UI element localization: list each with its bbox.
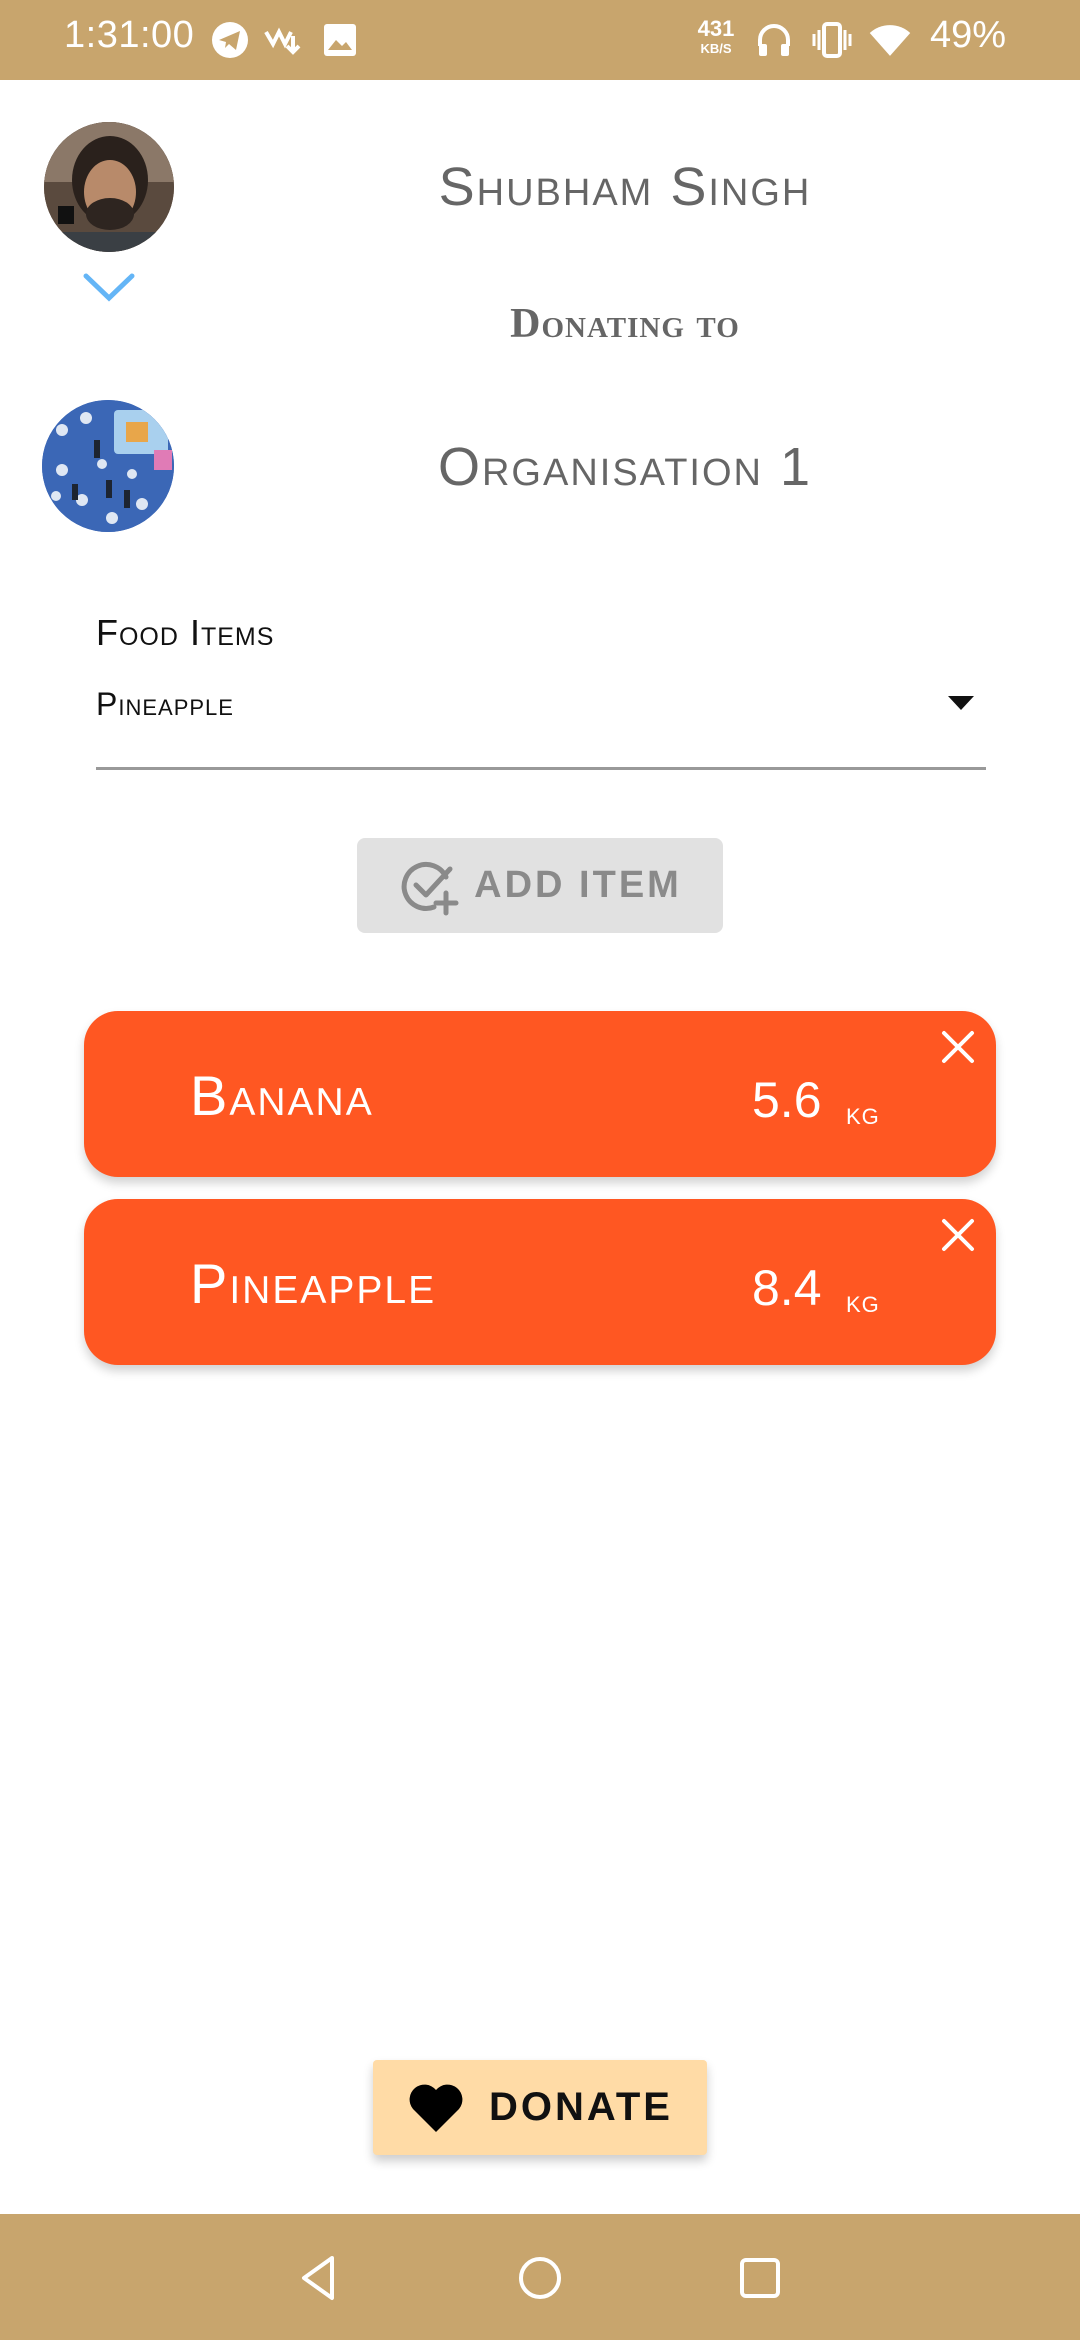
item-name: Pineapple	[190, 1252, 437, 1315]
item-name: Banana	[190, 1064, 374, 1127]
item-unit: kg	[846, 1283, 880, 1319]
dropdown-caret-icon	[948, 696, 974, 710]
item-quantity: 8.4	[752, 1260, 822, 1316]
organisation-avatar[interactable]	[42, 400, 174, 532]
battery-level: 49%	[930, 14, 1007, 56]
wifi-icon	[868, 18, 912, 62]
donating-to-label: Donating to	[510, 301, 740, 347]
status-bar: 1:31:00 431 KB/S 49%	[0, 0, 1080, 80]
item-unit: kg	[846, 1095, 880, 1131]
donor-name: Shubham Singh	[438, 157, 812, 217]
home-icon[interactable]	[510, 2248, 570, 2308]
navigation-bar	[0, 2214, 1080, 2340]
vibrate-icon	[810, 18, 854, 62]
add-item-label: ADD ITEM	[474, 864, 682, 906]
item-card: Banana 5.6 kg	[84, 1011, 996, 1177]
item-card: Pineapple 8.4 kg	[84, 1199, 996, 1365]
food-items-selected: Pineapple	[96, 686, 234, 722]
network-speed: 431 KB/S	[697, 16, 735, 56]
remove-item-close-icon[interactable]	[940, 1217, 976, 1253]
donate-button[interactable]: DONATE	[373, 2060, 707, 2155]
image-icon	[318, 18, 362, 62]
donate-label: DONATE	[489, 2085, 673, 2129]
heart-icon	[409, 2084, 463, 2132]
status-time: 1:31:00	[64, 14, 195, 56]
food-items-label: Food Items	[96, 612, 275, 653]
item-quantity: 5.6	[752, 1072, 822, 1128]
donor-avatar[interactable]	[44, 122, 174, 252]
add-item-button[interactable]: ADD ITEM	[357, 838, 723, 933]
call-forwarding-icon	[262, 18, 306, 62]
back-icon[interactable]	[290, 2248, 350, 2308]
telegram-icon	[208, 18, 252, 62]
expand-chevron-icon[interactable]	[82, 272, 136, 302]
organisation-name: Organisation 1	[437, 437, 813, 497]
food-items-dropdown[interactable]: Pineapple	[96, 672, 986, 770]
check-add-icon	[401, 861, 459, 915]
remove-item-close-icon[interactable]	[940, 1029, 976, 1065]
headphones-icon	[752, 18, 796, 62]
recents-icon[interactable]	[730, 2248, 790, 2308]
